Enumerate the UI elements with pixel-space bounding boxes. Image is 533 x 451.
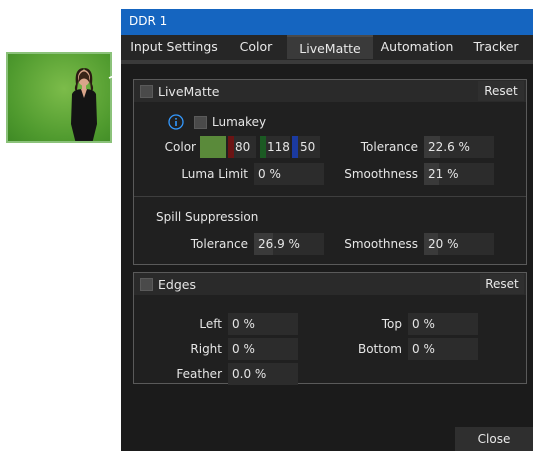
color-label: Color <box>164 140 196 154</box>
edges-right-field[interactable]: 0 % <box>228 338 298 360</box>
edges-top-field[interactable]: 0 % <box>408 313 478 335</box>
window-title: DDR 1 <box>129 14 168 28</box>
edges-left-value: 0 % <box>232 317 255 331</box>
livematte-reset-button[interactable]: Reset <box>478 81 524 101</box>
title-bar: DDR 1 <box>121 9 533 35</box>
color-blue-value: 50 <box>300 140 316 154</box>
livematte-group: LiveMatte Reset Lumakey Color 80 118 50 … <box>133 79 527 265</box>
blue-channel-marker <box>292 136 298 158</box>
spill-smoothness-value: 20 % <box>428 237 459 251</box>
tab-underline <box>121 60 533 64</box>
spill-smoothness-field[interactable]: 20 % <box>424 233 494 255</box>
edges-title: Edges <box>158 277 196 292</box>
close-button[interactable]: Close <box>455 427 533 451</box>
luma-limit-value: 0 % <box>258 167 281 181</box>
red-channel-marker <box>228 136 234 158</box>
edges-right-label: Right <box>190 342 222 356</box>
tab-automation[interactable]: Automation <box>375 35 459 59</box>
lumakey-checkbox[interactable] <box>194 116 207 129</box>
luma-limit-label: Luma Limit <box>181 167 248 181</box>
smoothness-label: Smoothness <box>344 167 418 181</box>
edges-top-value: 0 % <box>412 317 435 331</box>
smoothness-field[interactable]: 21 % <box>424 163 494 185</box>
edges-feather-value: 0.0 % <box>232 367 267 381</box>
spill-separator <box>134 196 526 197</box>
edges-feather-label: Feather <box>176 367 222 381</box>
livematte-title: LiveMatte <box>158 84 220 99</box>
edges-left-label: Left <box>199 317 222 331</box>
spill-suppression-title: Spill Suppression <box>156 210 259 224</box>
tab-tracker[interactable]: Tracker <box>461 35 531 59</box>
edges-header: Edges Reset <box>134 273 526 295</box>
spill-tolerance-value: 26.9 % <box>258 237 300 251</box>
spill-tolerance-field[interactable]: 26.9 % <box>254 233 324 255</box>
edges-bottom-field[interactable]: 0 % <box>408 338 478 360</box>
luma-limit-field[interactable]: 0 % <box>254 163 324 185</box>
tab-input-settings[interactable]: Input Settings <box>125 35 223 59</box>
color-green-field[interactable]: 118 <box>260 136 290 158</box>
tolerance-value: 22.6 % <box>428 140 470 154</box>
info-icon[interactable] <box>168 114 184 130</box>
edges-enable-checkbox[interactable] <box>140 278 153 291</box>
livematte-enable-checkbox[interactable] <box>140 85 153 98</box>
tolerance-field[interactable]: 22.6 % <box>424 136 494 158</box>
smoothness-value: 21 % <box>428 167 459 181</box>
color-blue-field[interactable]: 50 <box>292 136 320 158</box>
spill-smoothness-label: Smoothness <box>344 237 418 251</box>
edges-group: Edges Reset Left 0 % Right 0 % Feather 0… <box>133 272 527 385</box>
color-red-value: 80 <box>235 140 251 154</box>
key-color-swatch[interactable] <box>200 136 226 158</box>
green-channel-marker <box>260 136 266 158</box>
color-red-field[interactable]: 80 <box>228 136 256 158</box>
edges-left-field[interactable]: 0 % <box>228 313 298 335</box>
color-green-value: 118 <box>267 140 290 154</box>
tolerance-label: Tolerance <box>360 140 418 154</box>
ddr-window: DDR 1 Input Settings Color LiveMatte Aut… <box>121 9 533 451</box>
edges-right-value: 0 % <box>232 342 255 356</box>
edges-bottom-label: Bottom <box>357 342 402 356</box>
dialog-footer: Close <box>121 427 533 451</box>
spill-tolerance-label: Tolerance <box>190 237 248 251</box>
edges-top-label: Top <box>381 317 402 331</box>
edges-bottom-value: 0 % <box>412 342 435 356</box>
presenter-image <box>71 68 97 141</box>
livematte-header: LiveMatte Reset <box>134 80 526 102</box>
preview-thumbnail <box>6 52 112 143</box>
tab-bar: Input Settings Color LiveMatte Automatio… <box>121 35 533 61</box>
edges-reset-button[interactable]: Reset <box>480 274 524 294</box>
tab-livematte[interactable]: LiveMatte <box>287 35 373 59</box>
lumakey-label: Lumakey <box>212 115 267 129</box>
tab-color[interactable]: Color <box>225 35 287 59</box>
edges-feather-field[interactable]: 0.0 % <box>228 363 298 385</box>
